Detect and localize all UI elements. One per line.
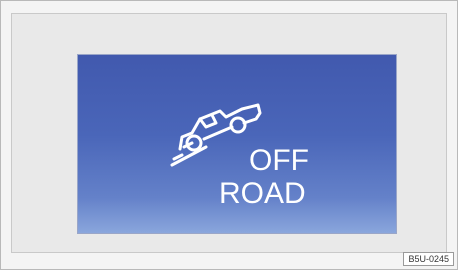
display-bezel: OFF ROAD <box>11 13 447 253</box>
figure-reference-code: B5U-0245 <box>403 252 454 266</box>
figure-frame: OFF ROAD B5U-0245 <box>0 0 458 270</box>
off-road-label-line2: ROAD <box>219 177 306 210</box>
instrument-display: OFF ROAD <box>77 54 397 234</box>
off-road-label-line1: OFF <box>249 144 309 177</box>
